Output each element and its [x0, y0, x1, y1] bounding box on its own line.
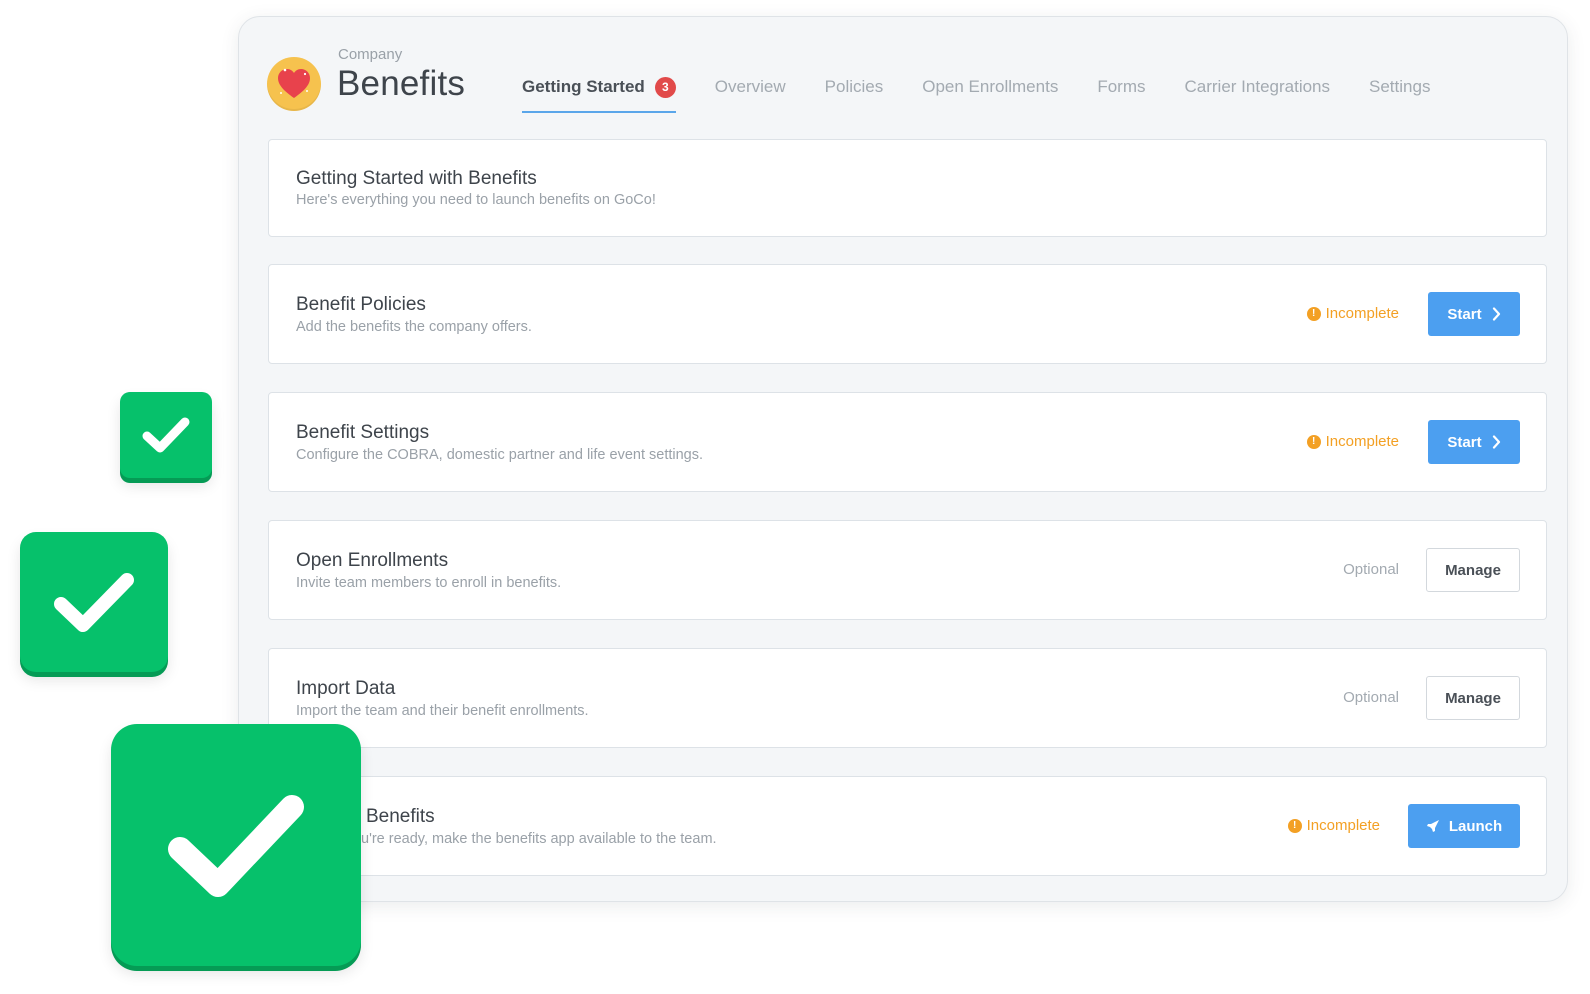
button-label: Manage	[1445, 689, 1501, 707]
checkmark-badge-small	[120, 392, 212, 478]
checkmark-badge-medium	[20, 532, 168, 672]
step-description: u're ready, make the benefits app availa…	[361, 831, 717, 847]
status-label: Optional	[1343, 561, 1399, 578]
step-card: Import Data Import the team and their be…	[268, 648, 1547, 748]
chevron-right-icon	[1492, 307, 1501, 321]
status-label: Incomplete	[1325, 305, 1399, 322]
tab-bar: Getting Started 3 Overview Policies Open…	[522, 72, 1469, 113]
status-badge: ! Incomplete	[1287, 817, 1380, 834]
manage-button[interactable]: Manage	[1426, 548, 1520, 592]
step-description: Add the benefits the company offers.	[296, 319, 532, 335]
tab-forms[interactable]: Forms	[1097, 77, 1145, 97]
checkmark-icon	[54, 573, 134, 632]
tab-label: Getting Started	[522, 77, 645, 96]
button-label: Start	[1447, 305, 1482, 323]
manage-button[interactable]: Manage	[1426, 676, 1520, 720]
start-button[interactable]: Start	[1428, 292, 1520, 336]
tab-carrier-integrations[interactable]: Carrier Integrations	[1185, 77, 1331, 97]
tab-getting-started[interactable]: Getting Started 3	[522, 76, 676, 113]
step-title: Open Enrollments	[296, 550, 449, 571]
status-label: Incomplete	[1325, 433, 1399, 450]
start-button[interactable]: Start	[1428, 420, 1520, 464]
step-title: Benefit Policies	[296, 294, 426, 315]
company-label: Company	[338, 46, 403, 63]
step-description: Invite team members to enroll in benefit…	[296, 575, 562, 591]
checkmark-badge-large	[111, 724, 361, 966]
checkmark-icon	[142, 417, 190, 453]
status-badge: ! Incomplete	[1306, 433, 1399, 450]
status-label: Optional	[1343, 689, 1399, 706]
benefits-logo	[267, 57, 321, 111]
heart-icon	[278, 68, 310, 98]
step-card: Open Enrollments Invite team members to …	[268, 520, 1547, 620]
status-badge: Optional	[1343, 561, 1399, 578]
status-label: Incomplete	[1306, 817, 1380, 834]
intro-description: Here's everything you need to launch ben…	[296, 192, 656, 208]
status-badge: ! Incomplete	[1306, 305, 1399, 322]
step-description: Configure the COBRA, domestic partner an…	[296, 447, 704, 463]
step-description: Import the team and their benefit enroll…	[296, 703, 589, 719]
tab-overview[interactable]: Overview	[715, 77, 786, 97]
chevron-right-icon	[1492, 435, 1501, 449]
tab-count-badge: 3	[654, 76, 676, 98]
step-title: Import Data	[296, 678, 396, 699]
intro-card: Getting Started with Benefits Here's eve…	[268, 139, 1547, 237]
step-title: Benefit Settings	[296, 422, 430, 443]
step-card: Benefit Settings Configure the COBRA, do…	[268, 392, 1547, 492]
launch-button[interactable]: Launch	[1408, 804, 1520, 848]
button-label: Start	[1447, 433, 1482, 451]
warning-icon: !	[1306, 434, 1321, 449]
step-card: Benefits u're ready, make the benefits a…	[268, 776, 1547, 876]
button-label: Launch	[1448, 817, 1503, 835]
intro-title: Getting Started with Benefits	[296, 168, 537, 189]
tab-policies[interactable]: Policies	[825, 77, 884, 97]
page-title: Benefits	[337, 64, 466, 103]
step-card: Benefit Policies Add the benefits the co…	[268, 264, 1547, 364]
checkmark-icon	[168, 795, 304, 897]
tab-open-enrollments[interactable]: Open Enrollments	[922, 77, 1058, 97]
warning-icon: !	[1306, 306, 1321, 321]
status-badge: Optional	[1343, 689, 1399, 706]
rocket-icon	[1426, 819, 1440, 833]
tab-settings[interactable]: Settings	[1369, 77, 1430, 97]
stage: Company Benefits Getting Started 3 Overv…	[0, 0, 1590, 994]
warning-icon: !	[1287, 818, 1302, 833]
step-title: Benefits	[366, 806, 435, 827]
button-label: Manage	[1445, 561, 1501, 579]
